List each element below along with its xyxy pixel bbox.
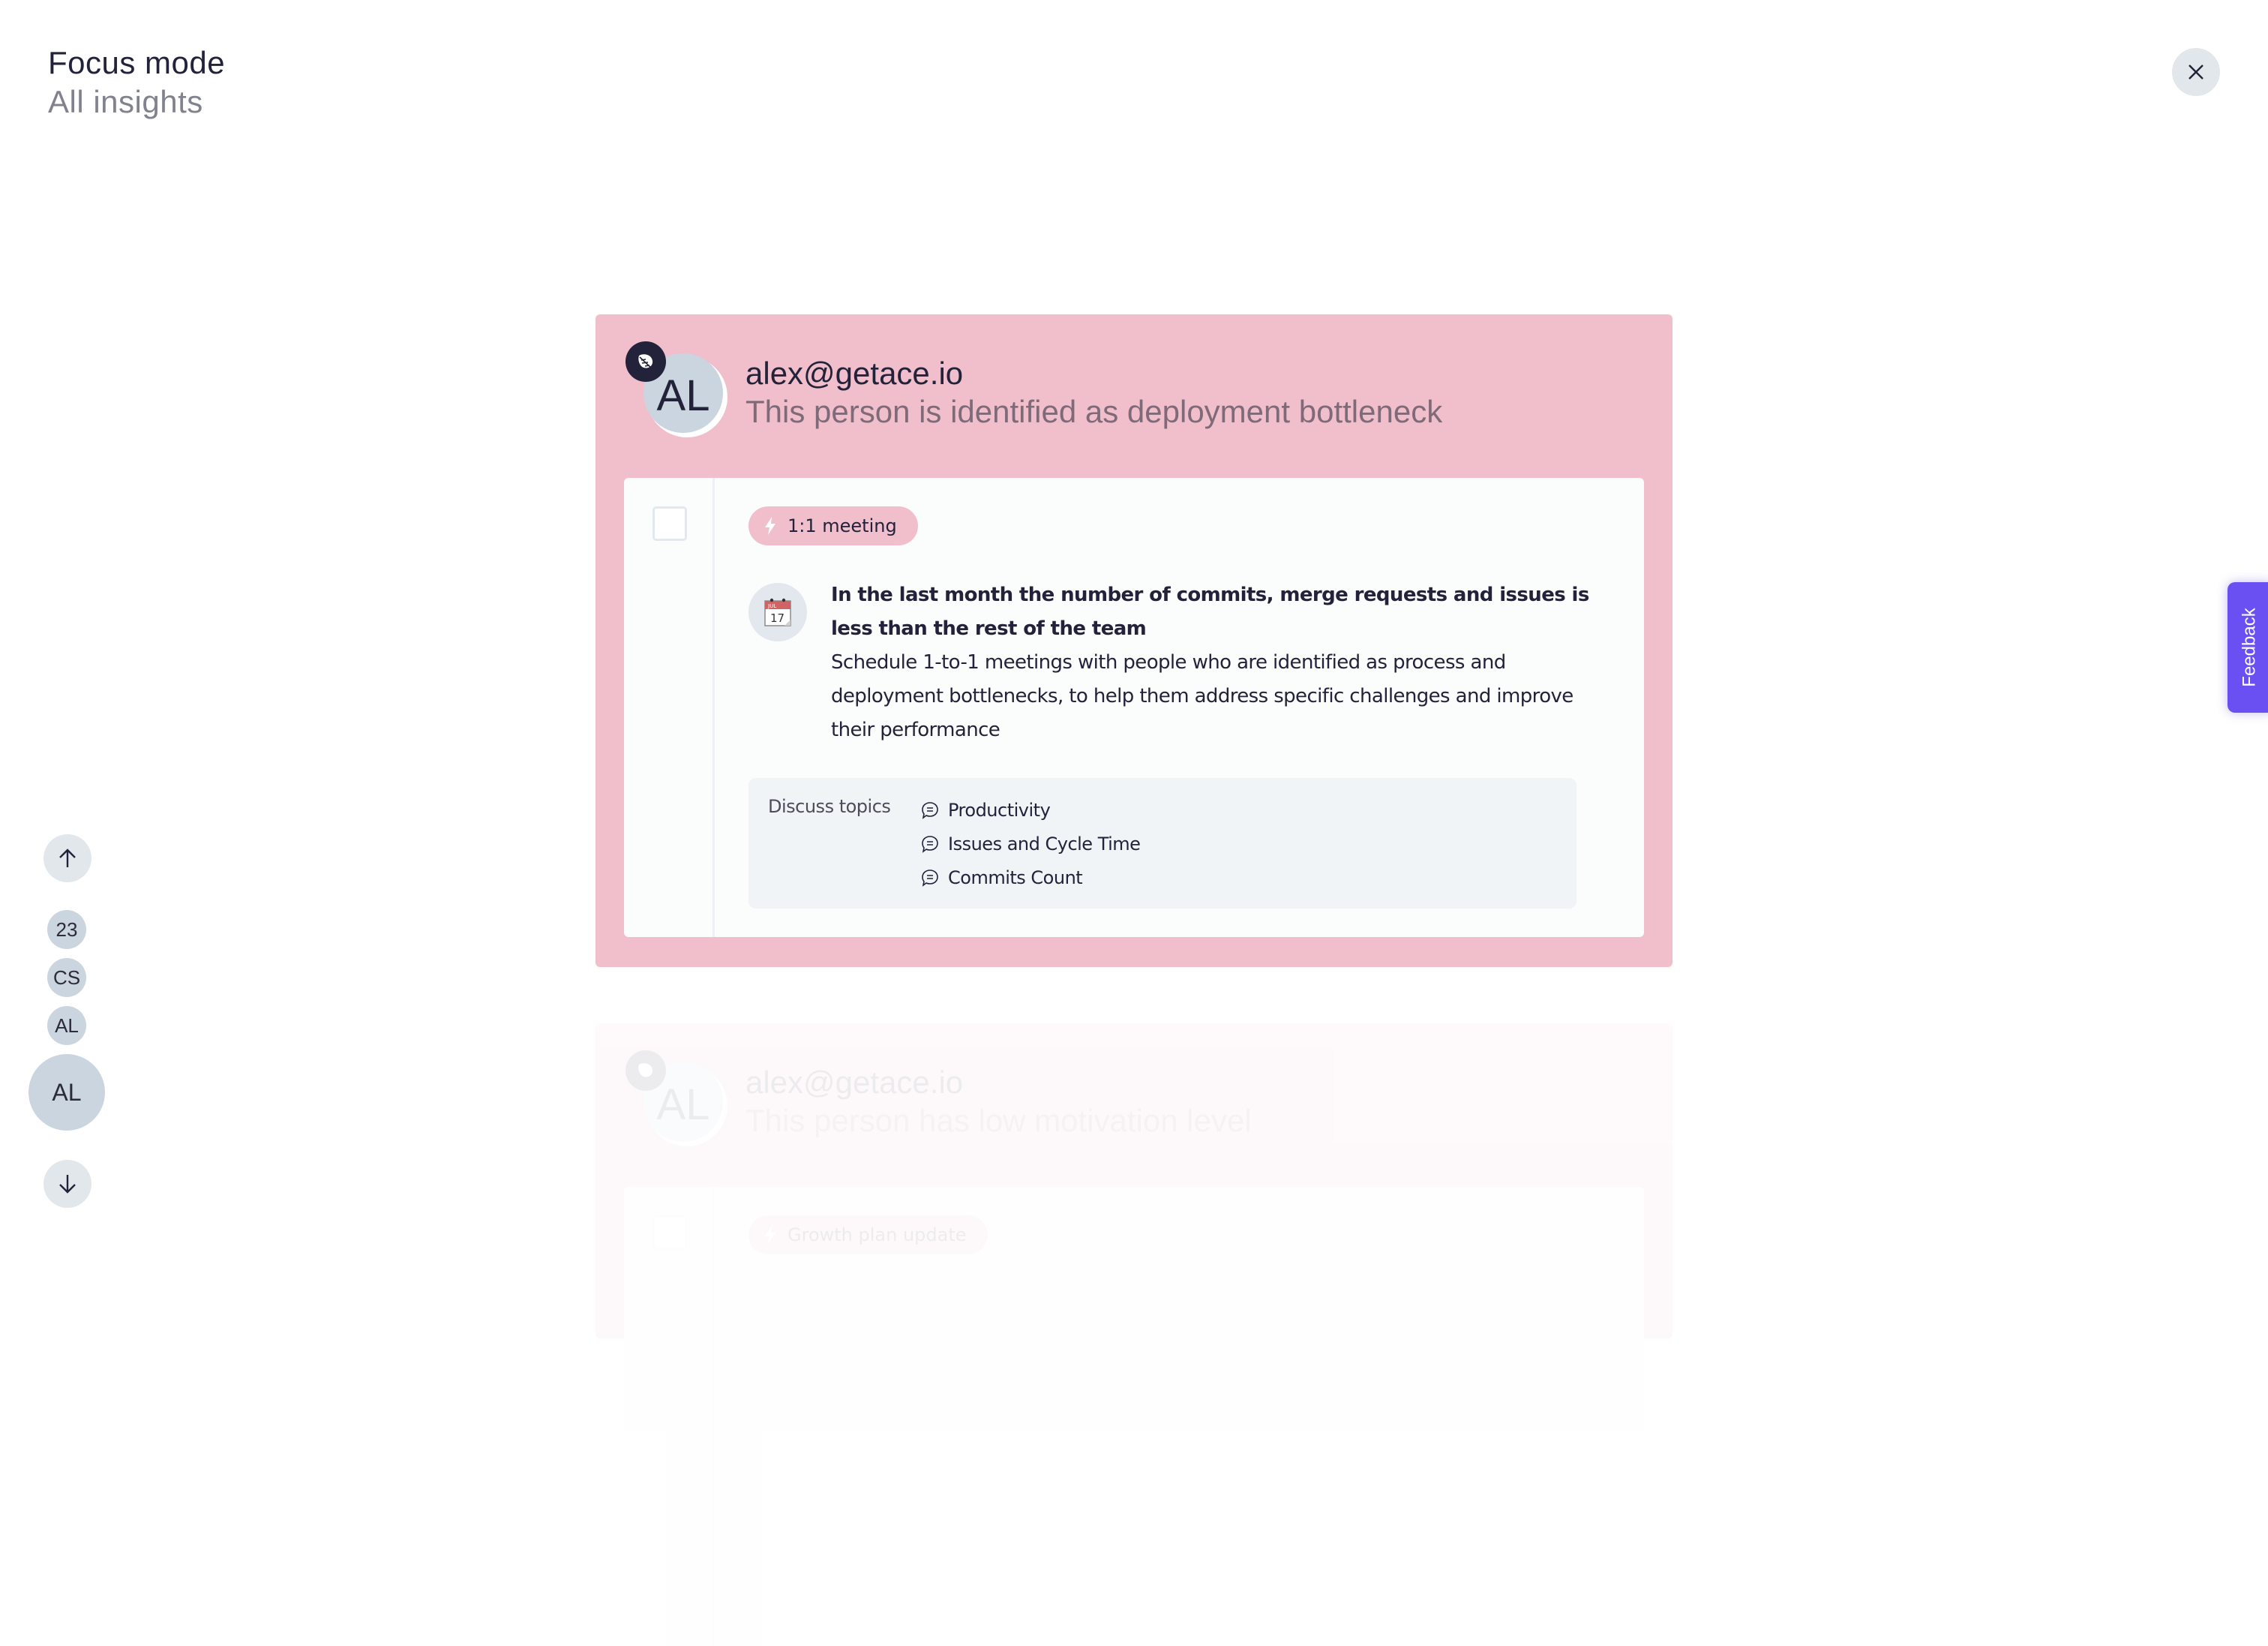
topic-item[interactable]: Issues and Cycle Time [921, 827, 1141, 861]
avatar: AL [626, 1050, 730, 1146]
person-email: alex@getace.io [746, 1065, 964, 1100]
action-checkbox[interactable] [652, 1215, 687, 1250]
calendar-icon-wrap: JUL 17 [748, 583, 807, 641]
action-tag: 1:1 meeting [748, 506, 918, 545]
nav-item-23[interactable]: 23 [47, 910, 86, 949]
chat-bubble-icon [922, 869, 938, 887]
page-title: Focus mode [48, 45, 226, 80]
action-checkbox[interactable] [652, 506, 687, 541]
insight-description: This person has low motivation level [746, 1103, 1252, 1138]
nav-item-al[interactable]: AL [47, 1006, 86, 1045]
person-email: alex@getace.io [746, 356, 964, 391]
leaf-icon [638, 1063, 653, 1077]
arrow-down-icon [59, 1175, 76, 1194]
insight-finding: In the last month the number of commits,… [831, 584, 1589, 640]
leaf-badge [626, 1050, 666, 1091]
topic-item[interactable]: Productivity [921, 793, 1140, 827]
page-header: Focus mode All insights [48, 44, 225, 122]
svg-text:JUL: JUL [767, 603, 776, 609]
close-icon [2188, 65, 2204, 80]
divider [712, 478, 715, 937]
calendar-icon: JUL 17 [764, 598, 791, 626]
arrow-up-icon [59, 849, 76, 867]
lightning-icon [765, 1226, 776, 1244]
leaf-icon [638, 354, 654, 371]
topics-list: Productivity Issues and Cycle Time Commi… [921, 793, 1141, 894]
action-tag: Growth plan update [748, 1215, 988, 1254]
close-button[interactable] [2172, 48, 2220, 96]
avatar: AL [626, 341, 730, 437]
insight-recommendation: Schedule 1-to-1 meetings with people who… [831, 651, 1574, 741]
insight-card: AL alex@getace.io This person is identif… [596, 314, 1672, 967]
page-subtitle: All insights [48, 84, 203, 119]
chat-bubble-icon [922, 801, 938, 819]
nav-item-al-active[interactable]: AL [28, 1054, 105, 1131]
previous-insight-button[interactable] [44, 834, 92, 882]
feedback-tab[interactable]: Feedback [2228, 582, 2268, 713]
action-tag-label: Growth plan update [788, 1224, 967, 1245]
action-panel: 1:1 meeting JUL 17 In the last month the… [624, 478, 1644, 937]
feedback-label: Feedback [2240, 608, 2260, 687]
action-tag-label: 1:1 meeting [788, 515, 897, 536]
discuss-topics-label: Discuss topics [768, 796, 891, 817]
discuss-topics: Discuss topics Productivity Issues and C… [748, 778, 1576, 909]
topic-item[interactable]: Commits Count [921, 861, 1140, 894]
next-insight-button[interactable] [44, 1160, 92, 1208]
insight-description: This person is identified as deployment … [746, 394, 1443, 429]
lightning-icon [765, 517, 776, 535]
svg-text:17: 17 [770, 611, 784, 625]
nav-item-cs[interactable]: CS [47, 958, 86, 997]
leaf-badge [626, 341, 666, 382]
chat-bubble-icon [922, 835, 938, 853]
next-insight-card[interactable]: AL alex@getace.io This person has low mo… [596, 1023, 1672, 1646]
